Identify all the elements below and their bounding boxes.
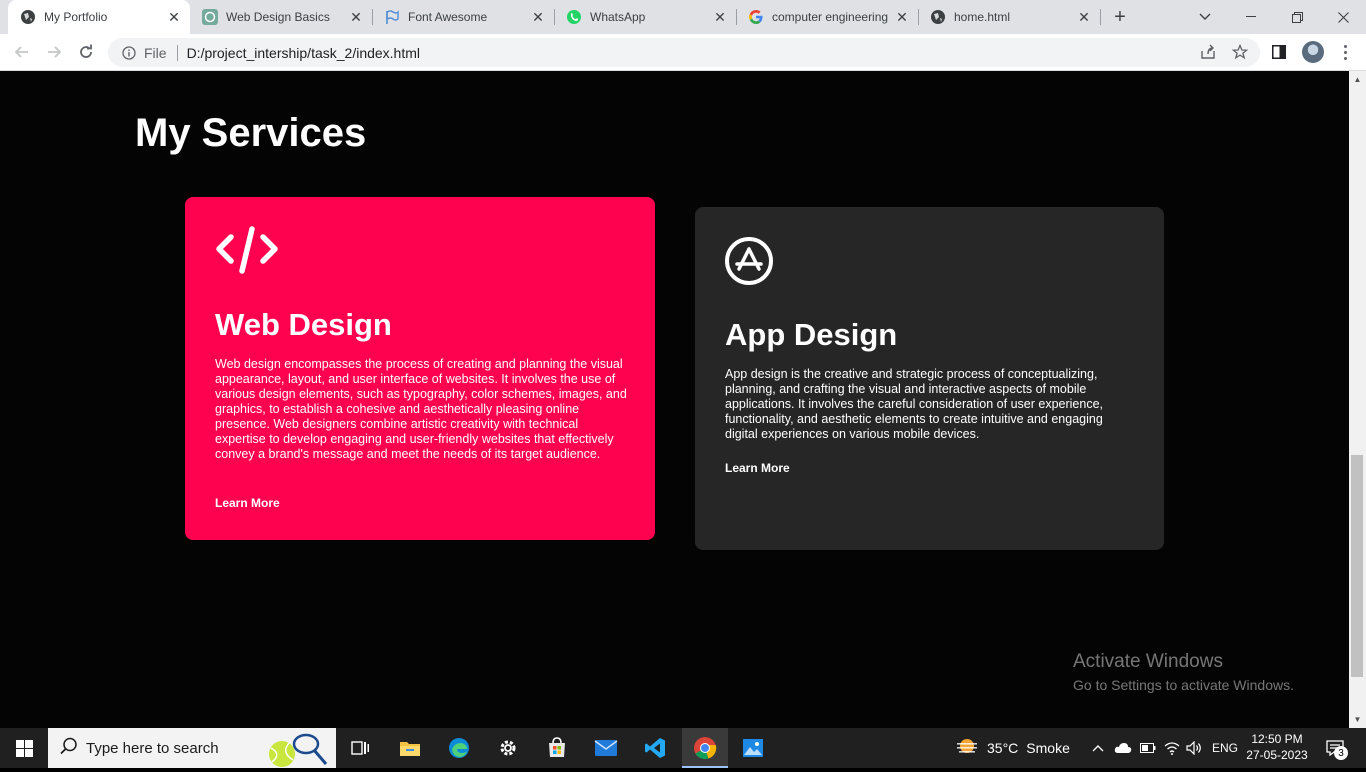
watermark-line-1: Activate Windows — [1073, 651, 1223, 672]
edge-browser-icon[interactable] — [442, 728, 476, 768]
onedrive-cloud-icon[interactable] — [1113, 728, 1133, 768]
volume-icon[interactable] — [1184, 728, 1204, 768]
tab-my-portfolio[interactable]: My Portfolio ✕ — [8, 0, 190, 34]
file-explorer-icon[interactable] — [393, 728, 427, 768]
service-card-app-design: App Design App design is the creative an… — [695, 207, 1164, 550]
mail-icon[interactable] — [589, 728, 623, 768]
chevron-up-icon[interactable] — [1090, 728, 1106, 768]
reload-icon[interactable] — [74, 40, 98, 64]
back-arrow-icon[interactable] — [10, 40, 34, 64]
card-description: App design is the creative and strategic… — [725, 367, 1103, 441]
weather-condition: Smoke — [1026, 740, 1070, 756]
settings-gear-icon[interactable] — [491, 728, 525, 768]
tab-font-awesome[interactable]: Font Awesome ✕ — [372, 0, 554, 34]
card-title: App Design — [725, 317, 898, 352]
google-icon — [748, 9, 764, 25]
tab-web-design-basics[interactable]: Web Design Basics ✕ — [190, 0, 372, 34]
share-icon[interactable] — [1197, 41, 1219, 63]
weather-temp: 35°C — [987, 740, 1019, 756]
battery-icon[interactable] — [1138, 728, 1158, 768]
browser-toolbar: File D:/project_intership/task_2/index.h… — [0, 34, 1366, 71]
new-tab-button[interactable]: + — [1108, 5, 1132, 29]
restore-button[interactable] — [1274, 0, 1320, 34]
tab-home-html[interactable]: home.html ✕ — [918, 0, 1100, 34]
flag-icon — [384, 9, 400, 25]
minimize-button[interactable] — [1228, 0, 1274, 34]
task-view-icon[interactable] — [344, 728, 376, 768]
scrollbar-thumb[interactable] — [1351, 455, 1363, 677]
microsoft-store-icon[interactable] — [540, 728, 574, 768]
taskbar-search-box[interactable]: Type here to search — [48, 728, 336, 768]
photos-icon[interactable] — [736, 728, 770, 768]
bookmark-star-icon[interactable] — [1229, 41, 1251, 63]
watermark-line-2: Go to Settings to activate Windows. — [1073, 677, 1294, 693]
close-icon[interactable]: ✕ — [166, 9, 182, 25]
forward-arrow-icon[interactable] — [42, 40, 66, 64]
address-separator — [176, 44, 178, 61]
search-placeholder: Type here to search — [86, 739, 219, 757]
weather-widget[interactable]: 35°C Smoke — [955, 728, 1070, 768]
side-panel-icon[interactable] — [1268, 41, 1290, 63]
scheme-label: File — [144, 44, 167, 61]
browser-menu-icon[interactable] — [1334, 41, 1356, 63]
address-bar[interactable]: File D:/project_intership/task_2/index.h… — [108, 38, 1260, 67]
close-icon[interactable]: ✕ — [348, 9, 364, 25]
card-description: Web design encompasses the process of cr… — [215, 357, 627, 461]
search-icon — [60, 737, 78, 759]
tab-whatsapp[interactable]: WhatsApp ✕ — [554, 0, 736, 34]
learn-more-link[interactable]: Learn More — [215, 496, 280, 510]
close-window-button[interactable] — [1320, 0, 1366, 34]
whatsapp-icon — [566, 9, 582, 25]
profile-avatar[interactable] — [1302, 41, 1324, 63]
learn-more-link[interactable]: Learn More — [725, 461, 790, 475]
code-icon — [215, 225, 279, 277]
sun-haze-icon — [955, 737, 979, 760]
wifi-icon[interactable] — [1162, 728, 1182, 768]
tab-computer-engineering[interactable]: computer engineering ✕ — [736, 0, 918, 34]
clock-time: 12:50 PM — [1251, 732, 1303, 746]
close-icon[interactable]: ✕ — [712, 9, 728, 25]
card-title: Web Design — [215, 307, 392, 342]
tab-strip: My Portfolio ✕ Web Design Basics ✕ Font … — [0, 0, 1366, 34]
vscode-icon[interactable] — [638, 728, 672, 768]
close-icon[interactable]: ✕ — [894, 9, 910, 25]
clock-date: 27-05-2023 — [1246, 748, 1308, 762]
page-viewport: My Services Web Design Web design encomp… — [0, 71, 1349, 728]
info-icon[interactable] — [114, 45, 144, 60]
windows-start-icon[interactable] — [0, 728, 48, 768]
tab-search-chevron-icon[interactable] — [1182, 0, 1228, 34]
globe-icon — [20, 9, 36, 25]
app-store-icon — [725, 235, 789, 287]
url-text: D:/project_intership/task_2/index.html — [186, 44, 421, 61]
scroll-down-arrow-icon[interactable]: ▼ — [1349, 711, 1366, 728]
service-card-web-design: Web Design Web design encompasses the pr… — [185, 197, 655, 540]
language-label: ENG — [1212, 741, 1239, 755]
close-icon[interactable]: ✕ — [530, 9, 546, 25]
close-icon[interactable]: ✕ — [1076, 9, 1092, 25]
chrome-icon[interactable] — [682, 728, 728, 768]
tennis-ball-icon — [266, 730, 328, 772]
system-clock[interactable]: 12:50 PM 27-05-2023 — [1244, 731, 1310, 763]
notification-badge: 3 — [1334, 746, 1348, 760]
taskbar: Type here to search 35°C Smoke ENG 12:50… — [0, 728, 1366, 768]
language-indicator[interactable]: ENG — [1212, 728, 1238, 768]
page-title: My Services — [135, 111, 367, 155]
tab-title: computer engineering — [772, 10, 889, 24]
activate-windows-watermark: Activate Windows Go to Settings to activ… — [1073, 651, 1294, 693]
chatgpt-icon — [202, 9, 218, 25]
page-scrollbar[interactable]: ▲ ▼ — [1349, 71, 1366, 728]
scroll-up-arrow-icon[interactable]: ▲ — [1349, 71, 1366, 88]
tab-separator — [1100, 9, 1101, 25]
globe-icon — [930, 9, 946, 25]
